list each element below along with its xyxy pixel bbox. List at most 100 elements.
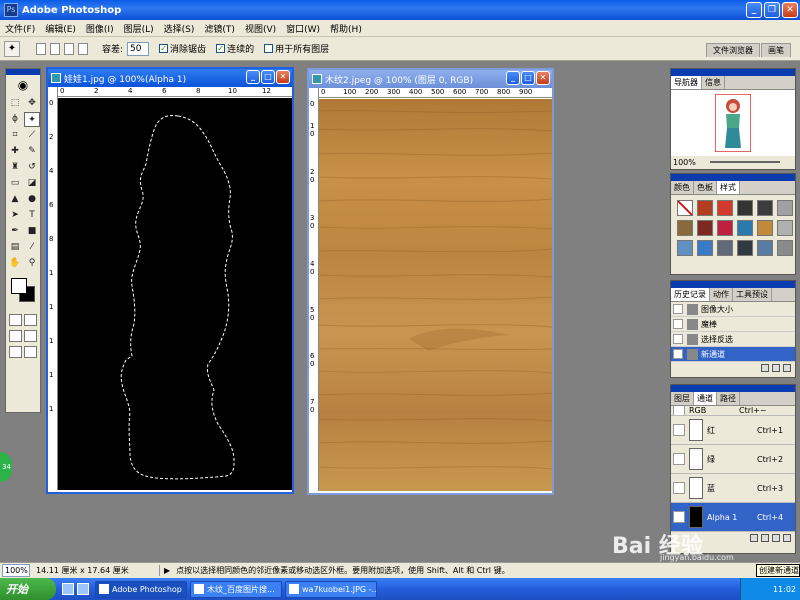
jump-to-imageready-icon[interactable] <box>24 346 37 358</box>
screen-mode-standard-icon[interactable] <box>9 330 22 342</box>
doc-minimize-button[interactable]: _ <box>246 70 260 84</box>
style-swatch[interactable] <box>737 200 753 216</box>
style-swatch[interactable] <box>777 200 793 216</box>
channel-row[interactable]: 红 Ctrl+1 <box>671 416 795 445</box>
style-swatch[interactable] <box>697 200 713 216</box>
magic-wand-tool-icon[interactable]: ✦ <box>24 112 40 127</box>
selection-intersect-icon[interactable] <box>78 42 88 55</box>
palette-drag-handle[interactable] <box>671 385 795 392</box>
new-document-from-state-icon[interactable] <box>761 363 769 372</box>
menu-file[interactable]: 文件(F) <box>0 22 40 35</box>
menu-window[interactable]: 窗口(W) <box>281 22 325 35</box>
style-swatch[interactable] <box>677 220 693 236</box>
eyedropper-tool-icon[interactable]: ⁄ <box>24 240 40 255</box>
zoom-tool-icon[interactable]: ⚲ <box>24 256 40 271</box>
start-button[interactable]: 开始 <box>0 578 56 600</box>
style-swatch[interactable] <box>757 200 773 216</box>
menu-help[interactable]: 帮助(H) <box>325 22 367 35</box>
document-size[interactable]: 14.11 厘米 x 17.64 厘米 <box>30 565 160 576</box>
save-selection-as-channel-icon[interactable] <box>761 533 769 542</box>
style-swatch[interactable] <box>737 220 753 236</box>
path-selection-tool-icon[interactable]: ➤ <box>7 208 23 223</box>
screen-mode-full-icon[interactable] <box>9 346 22 358</box>
style-swatch[interactable] <box>677 200 693 216</box>
taskbar-item-image-viewer[interactable]: wa7kuobei1.JPG -... <box>285 580 377 598</box>
status-arrow-icon[interactable]: ▶ <box>160 566 170 575</box>
selection-add-icon[interactable] <box>50 42 60 55</box>
visibility-eye-icon[interactable] <box>673 453 685 465</box>
contiguous-checkbox[interactable]: ✓ 连续的 <box>216 42 254 55</box>
file-browser-tab[interactable]: 文件浏览器 <box>706 43 760 57</box>
channel-row[interactable]: RGB Ctrl+~ <box>671 406 795 416</box>
visibility-eye-icon[interactable] <box>673 424 685 436</box>
marquee-tool-icon[interactable]: ⬚ <box>7 96 23 111</box>
move-tool-icon[interactable]: ✥ <box>24 96 40 111</box>
menu-edit[interactable]: 编辑(E) <box>40 22 81 35</box>
foreground-color-swatch[interactable] <box>11 278 27 294</box>
type-tool-icon[interactable]: T <box>24 208 40 223</box>
menu-image[interactable]: 图像(I) <box>81 22 119 35</box>
doc-close-button[interactable]: ✕ <box>276 70 290 84</box>
create-snapshot-icon[interactable] <box>772 363 780 372</box>
style-swatch[interactable] <box>677 240 693 256</box>
navigator-preview[interactable] <box>671 90 795 156</box>
tab-navigator[interactable]: 导航器 <box>671 76 702 89</box>
history-item-selected[interactable]: 新通道 <box>671 347 795 362</box>
doc-close-button[interactable]: ✕ <box>536 71 550 85</box>
pen-tool-icon[interactable]: ✒ <box>7 224 23 239</box>
tolerance-input[interactable] <box>127 41 150 56</box>
tab-swatches[interactable]: 色板 <box>694 181 717 194</box>
brushes-tab[interactable]: 画笔 <box>761 43 791 57</box>
palette-drag-handle[interactable] <box>671 281 795 288</box>
menu-filter[interactable]: 滤镜(T) <box>199 22 240 35</box>
style-swatch[interactable] <box>717 220 733 236</box>
history-item[interactable]: 魔棒 <box>671 317 795 332</box>
antialias-checkbox[interactable]: ✓ 消除锯齿 <box>159 42 206 55</box>
history-brush-tool-icon[interactable]: ↺ <box>24 160 40 175</box>
menu-layer[interactable]: 图层(L) <box>119 22 159 35</box>
history-item[interactable]: 图像大小 <box>671 302 795 317</box>
tab-channels[interactable]: 通道 <box>694 392 717 405</box>
channel-row[interactable]: 蓝 Ctrl+3 <box>671 474 795 503</box>
trash-icon[interactable] <box>783 363 791 372</box>
history-item[interactable]: 选择反选 <box>671 332 795 347</box>
doc-maximize-button[interactable]: □ <box>521 71 535 85</box>
tab-styles[interactable]: 样式 <box>717 181 740 194</box>
selection-new-icon[interactable] <box>36 42 46 55</box>
dodge-tool-icon[interactable]: ● <box>24 192 40 207</box>
doc-maximize-button[interactable]: □ <box>261 70 275 84</box>
close-button[interactable]: ✕ <box>782 2 798 18</box>
delete-channel-icon[interactable] <box>783 533 791 542</box>
doc-minimize-button[interactable]: _ <box>506 71 520 85</box>
standard-mode-icon[interactable] <box>9 314 22 326</box>
navigator-zoom[interactable]: 100% <box>673 158 696 167</box>
paint-bucket-tool-icon[interactable]: ◪ <box>24 176 40 191</box>
adobe-online-eye-icon[interactable]: ◉ <box>6 75 40 95</box>
wood-texture-canvas[interactable] <box>319 99 552 491</box>
menu-select[interactable]: 选择(S) <box>159 22 200 35</box>
quicklaunch-desktop-icon[interactable] <box>77 583 89 595</box>
visibility-eye-icon[interactable] <box>673 511 685 523</box>
document-title-bar[interactable]: 娃娃1.jpg @ 100%(Alpha 1) _ □ ✕ <box>48 69 292 87</box>
style-swatch[interactable] <box>777 240 793 256</box>
crop-tool-icon[interactable]: ⌗ <box>7 128 23 143</box>
style-swatch[interactable] <box>697 240 713 256</box>
magic-wand-tool-preset-icon[interactable]: ✦ <box>4 40 20 57</box>
style-swatch[interactable] <box>737 240 753 256</box>
zoom-field[interactable]: 100% <box>2 564 30 577</box>
style-swatch[interactable] <box>757 220 773 236</box>
tab-actions[interactable]: 动作 <box>710 288 733 301</box>
restore-button[interactable]: ❐ <box>764 2 780 18</box>
eraser-tool-icon[interactable]: ▭ <box>7 176 23 191</box>
notes-tool-icon[interactable]: ▤ <box>7 240 23 255</box>
alpha-channel-canvas[interactable] <box>58 98 292 490</box>
tab-info[interactable]: 信息 <box>702 76 725 89</box>
create-new-channel-icon[interactable] <box>772 533 780 542</box>
healing-brush-tool-icon[interactable]: ✚ <box>7 144 23 159</box>
quick-mask-mode-icon[interactable] <box>24 314 37 326</box>
document-window-doll[interactable]: 娃娃1.jpg @ 100%(Alpha 1) _ □ ✕ 0 2 4 6 8 … <box>46 67 294 494</box>
all-layers-checkbox[interactable]: 用于所有图层 <box>264 42 329 55</box>
taskbar-item-browser[interactable]: 木纹_百度图片搜... <box>190 580 282 598</box>
palette-drag-handle[interactable] <box>671 174 795 181</box>
clone-stamp-tool-icon[interactable]: ♜ <box>7 160 23 175</box>
